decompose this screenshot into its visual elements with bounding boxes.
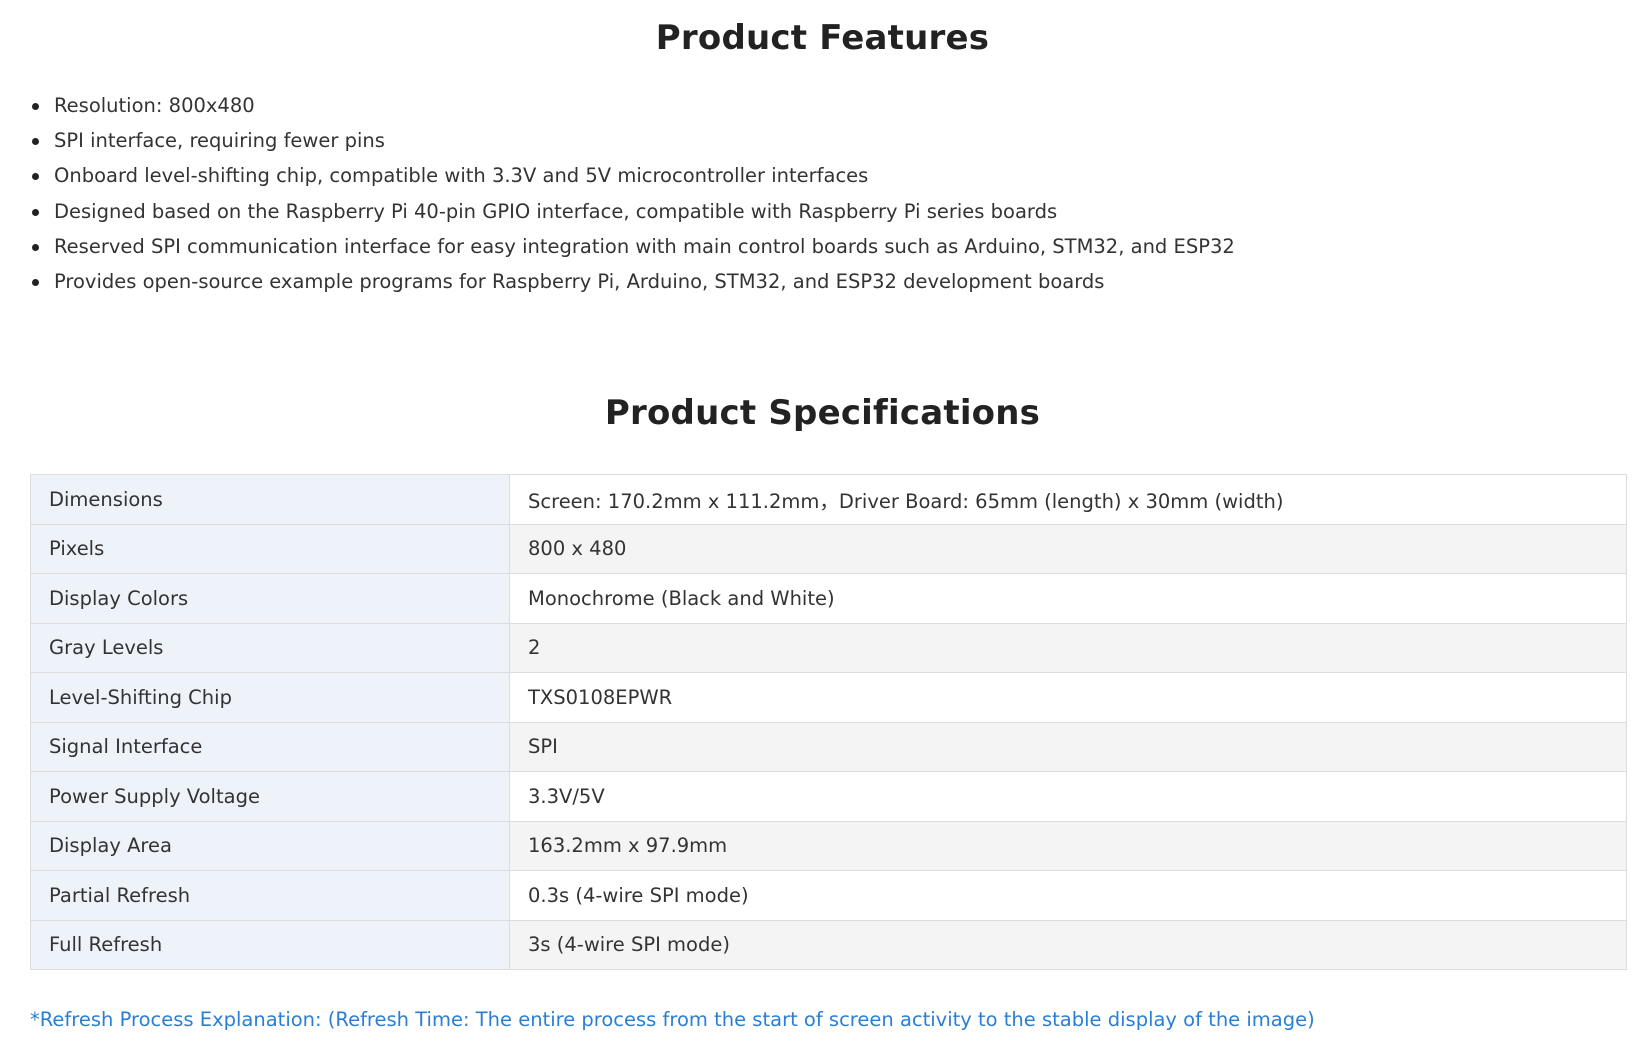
spec-label: Signal Interface [30,721,510,772]
table-row: Dimensions Screen: 170.2mm x 111.2mm，Dri… [30,474,1627,525]
bullet-icon [32,208,39,216]
bullet-icon [32,173,39,181]
spec-label: Display Area [30,820,510,871]
spec-value: 2 [509,622,1627,673]
feature-text: Reserved SPI communication interface for… [54,234,1235,258]
spec-label: Gray Levels [30,622,510,673]
spec-value: Screen: 170.2mm x 111.2mm，Driver Board: … [509,474,1627,525]
spec-label: Partial Refresh [30,870,510,921]
features-list: Resolution: 800x480 SPI interface, requi… [30,88,1235,299]
feature-text: SPI interface, requiring fewer pins [54,129,385,153]
feature-item: SPI interface, requiring fewer pins [30,123,1235,158]
bullet-icon [32,278,39,286]
table-row: Gray Levels 2 [30,622,1627,673]
specifications-heading: Product Specifications [604,393,1041,433]
spec-value: 3s (4-wire SPI mode) [509,919,1627,970]
feature-text: Onboard level-shifting chip, compatible … [54,164,869,188]
spec-value: SPI [509,721,1627,772]
feature-item: Designed based on the Raspberry Pi 40-pi… [30,194,1235,229]
spec-label: Dimensions [30,474,510,525]
specifications-table: Dimensions Screen: 170.2mm x 111.2mm，Dri… [30,474,1627,970]
spec-label: Power Supply Voltage [30,771,510,822]
spec-label: Display Colors [30,573,510,624]
feature-text: Designed based on the Raspberry Pi 40-pi… [54,199,1058,223]
spec-value: TXS0108EPWR [509,672,1627,723]
feature-item: Reserved SPI communication interface for… [30,229,1235,264]
feature-item: Onboard level-shifting chip, compatible … [30,158,1235,193]
table-row: Display Area 163.2mm x 97.9mm [30,820,1627,871]
spec-value: Monochrome (Black and White) [509,573,1627,624]
refresh-note: *Refresh Process Explanation: (Refresh T… [30,1008,1315,1031]
table-row: Pixels 800 x 480 [30,523,1627,574]
table-row: Display Colors Monochrome (Black and Whi… [30,573,1627,624]
table-row: Partial Refresh 0.3s (4-wire SPI mode) [30,870,1627,921]
bullet-icon [32,138,39,146]
spec-label: Full Refresh [30,919,510,970]
table-row: Full Refresh 3s (4-wire SPI mode) [30,919,1627,970]
spec-value: 800 x 480 [509,523,1627,574]
spec-label: Pixels [30,523,510,574]
features-heading: Product Features [655,18,990,58]
table-row: Signal Interface SPI [30,721,1627,772]
bullet-icon [32,243,39,251]
feature-item: Provides open-source example programs fo… [30,264,1235,299]
spec-value: 163.2mm x 97.9mm [509,820,1627,871]
spec-label: Level-Shifting Chip [30,672,510,723]
spec-value: 3.3V/5V [509,771,1627,822]
spec-value: 0.3s (4-wire SPI mode) [509,870,1627,921]
feature-text: Resolution: 800x480 [54,94,255,117]
bullet-icon [32,103,39,110]
table-row: Level-Shifting Chip TXS0108EPWR [30,672,1627,723]
table-row: Power Supply Voltage 3.3V/5V [30,771,1627,822]
feature-text: Provides open-source example programs fo… [54,269,1105,293]
feature-item: Resolution: 800x480 [30,88,1235,123]
